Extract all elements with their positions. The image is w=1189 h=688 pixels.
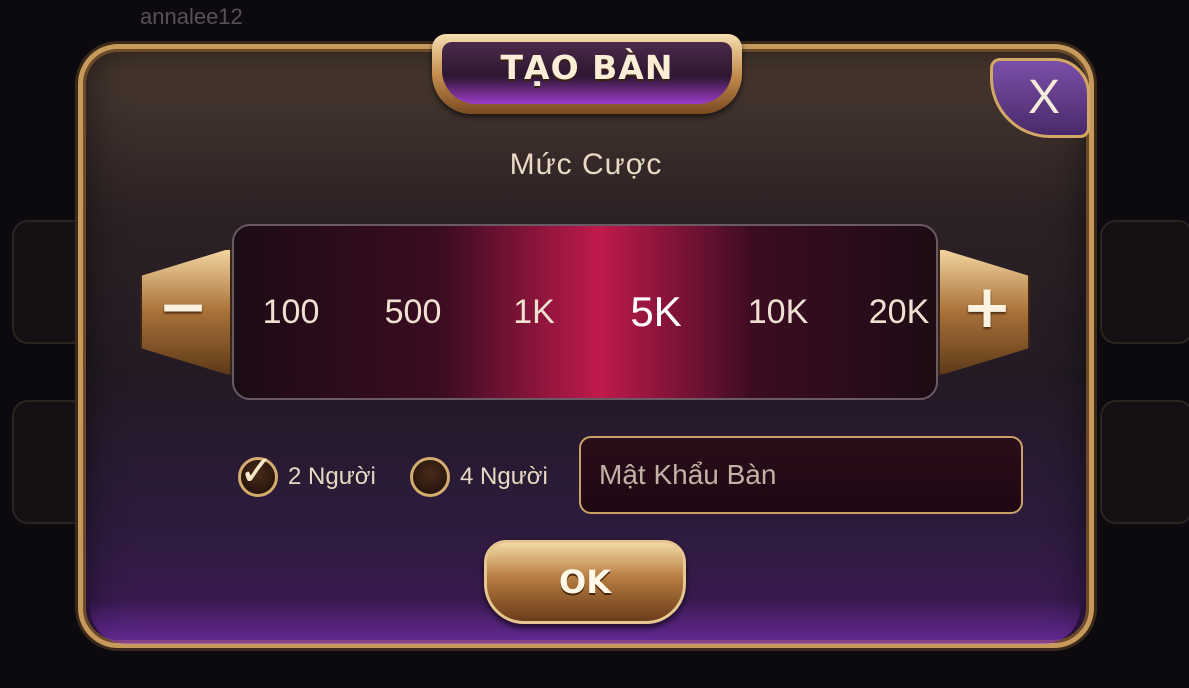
minus-icon[interactable]: − [148, 272, 218, 342]
table-password-input[interactable] [579, 436, 1023, 514]
checkbox-4-players[interactable] [410, 457, 450, 497]
bet-option-100[interactable]: 100 [263, 284, 320, 340]
bet-option-5k-selected[interactable]: 5K [630, 284, 681, 340]
player-option-2-label: 2 Người [288, 463, 376, 490]
bet-option-500[interactable]: 500 [385, 284, 442, 340]
background-tile [1100, 220, 1189, 344]
checkmark-icon: ✓ [239, 446, 275, 495]
player-option-4[interactable]: 4 Người [410, 454, 548, 500]
player-option-2[interactable]: ✓ 2 Người [238, 446, 376, 500]
bet-values: 100 500 1K 5K 10K 20K [232, 224, 938, 400]
dialog-title: TẠO BÀN [500, 48, 674, 87]
background-username: annalee12 [140, 4, 243, 29]
plus-icon[interactable]: + [952, 272, 1022, 342]
checkbox-2-players[interactable]: ✓ [238, 446, 278, 497]
close-icon[interactable]: X [1016, 70, 1072, 126]
player-option-4-label: 4 Người [460, 463, 548, 490]
bet-option-20k[interactable]: 20K [869, 284, 930, 340]
bet-option-1k[interactable]: 1K [513, 284, 555, 340]
bet-level-label: Mức Cược [509, 148, 663, 181]
ok-button[interactable]: OK [484, 540, 686, 624]
bet-option-10k[interactable]: 10K [748, 284, 809, 340]
background-tile [1100, 400, 1189, 524]
